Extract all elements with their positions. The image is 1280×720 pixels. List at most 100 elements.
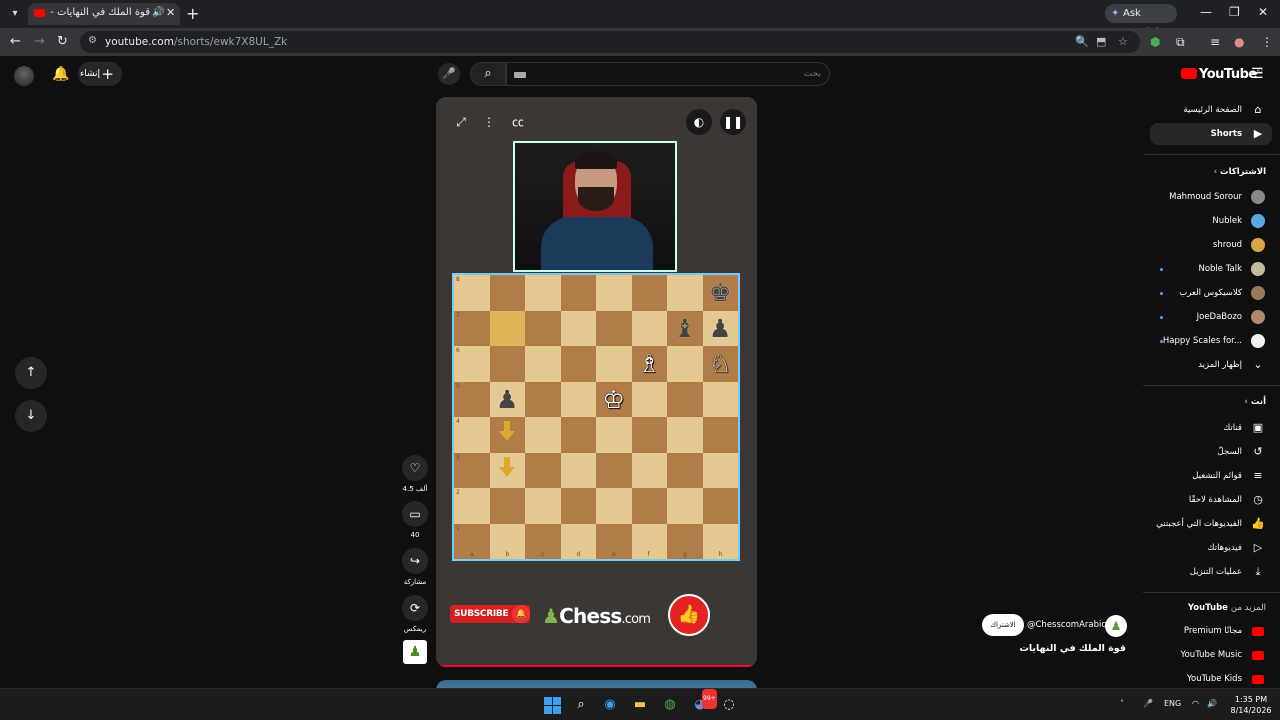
sidebar-item-history[interactable]: السجلّ ↺ [1150, 441, 1272, 463]
taskbar-search-icon[interactable]: ⌕ [571, 695, 591, 715]
sidebar-subscription[interactable]: Happy Scales for... [1150, 330, 1272, 352]
board-square-d1: d [560, 523, 596, 559]
yt-music-icon [1250, 644, 1266, 666]
sidebar-item-label: Happy Scales for... [1162, 336, 1242, 346]
sidebar-subscription[interactable]: JoeDaBozo [1150, 306, 1272, 328]
sidebar-item-shorts[interactable]: Shorts ▶ [1150, 123, 1272, 145]
subscribe-button[interactable]: الاشتراك [982, 614, 1024, 636]
close-tab-icon[interactable]: ✕ [166, 6, 175, 19]
share-action[interactable]: ↪ مشاركة [400, 548, 430, 586]
sidebar-subscription[interactable]: Nublek [1150, 210, 1272, 232]
sidebar-item-label: Shorts [1210, 129, 1242, 139]
progress-bar[interactable] [436, 665, 757, 667]
extensions-puzzle-icon[interactable]: ⧉ [1176, 35, 1185, 50]
tray-mic-icon[interactable]: 🎤 [1143, 699, 1153, 708]
reload-icon[interactable]: ↻ [57, 34, 68, 49]
channel-handle[interactable]: @ChesscomArabic [1027, 620, 1106, 630]
share-icon[interactable]: ↪ [402, 548, 428, 574]
volume-icon[interactable]: ◐ [686, 109, 712, 135]
comments-action[interactable]: ▭ 40 [400, 501, 430, 539]
account-avatar[interactable] [14, 66, 34, 86]
voice-search-mic-icon[interactable]: 🎤 [438, 63, 460, 85]
fullscreen-icon[interactable]: ⤢ [448, 109, 474, 135]
browser-tab-bar: ▾ قوة الملك في النهايات - ube 🔊 ✕ + ✦Ask… [0, 0, 1280, 38]
install-icon[interactable]: ⬒ [1096, 35, 1106, 48]
sound-thumbnail[interactable]: ♟ [400, 640, 430, 664]
wifi-icon[interactable]: ◠ [1192, 699, 1199, 708]
previous-short-button[interactable]: ↑ [15, 357, 47, 389]
sidebar-item-label: قناتك [1223, 423, 1242, 433]
steam-icon[interactable]: ◌ [719, 695, 739, 715]
sidebar-subscription[interactable]: shroud [1150, 234, 1272, 256]
language-indicator[interactable]: ENG [1164, 699, 1181, 708]
close-window-icon[interactable]: ✕ [1258, 5, 1268, 19]
shorts-player[interactable]: ⤢ ⋮ ㏄ ◐ ❚❚ 8 ♚ 7 ♝ ♟ 6 ♗ ♘ 5 ♟ ♔ 4 3 2 1 a b c d e f g h SUBSC… [436, 97, 757, 667]
hamburger-menu-icon[interactable]: ☰ [1251, 66, 1264, 82]
search-icon: ⌕ [484, 66, 492, 81]
next-short-button[interactable]: ↓ [15, 400, 47, 432]
like-action[interactable]: ♡ 4.5 ألف [400, 455, 430, 493]
sidebar-item-home[interactable]: الصفحة الرئيسية ⌂ [1150, 99, 1272, 121]
sidebar-item-playlists[interactable]: قوائم التشغيل ≡ [1150, 465, 1272, 487]
speaker-icon[interactable]: 🔊 [152, 7, 164, 18]
rank-label: 6 [456, 347, 460, 354]
sidebar-item-liked[interactable]: الفيديوهات التي أعجبتني 👍 [1150, 513, 1272, 535]
sidebar-item-channel[interactable]: قناتك ▣ [1150, 417, 1272, 439]
restore-icon[interactable]: ❐ [1229, 5, 1240, 19]
sidebar-subscription[interactable]: Noble Talk [1150, 258, 1272, 280]
extension-shield-icon[interactable]: ⬢ [1150, 35, 1160, 49]
search-button[interactable]: ⌕ [470, 62, 506, 86]
sidebar-divider [1143, 592, 1280, 593]
discord-icon[interactable]: ◕ 99+ [690, 689, 717, 715]
notifications-bell-icon[interactable]: 🔔 [52, 66, 69, 82]
search-input[interactable] [506, 62, 830, 86]
more-from-youtube-heading[interactable]: YouTube المزيد من [1188, 603, 1266, 613]
browser-tab[interactable]: قوة الملك في النهايات - ube 🔊 ✕ [28, 3, 180, 25]
new-tab-icon[interactable]: + [186, 4, 199, 23]
board-square-h8: ♚ [702, 275, 738, 311]
remix-action[interactable]: ⟳ ريمكس [400, 595, 430, 633]
zoom-icon[interactable]: 🔍 [1075, 35, 1089, 48]
board-square-a4: 4 [454, 417, 490, 453]
sidebar-item-watch-later[interactable]: المشاهدة لاحقًا ◷ [1150, 489, 1272, 511]
ask-gemini-button[interactable]: ✦Ask Gemini [1105, 4, 1177, 38]
captions-icon[interactable]: ㏄ [505, 109, 531, 135]
sidebar-item-label: كلاسيكوس العرب [1179, 288, 1242, 298]
channel-avatar [1251, 286, 1265, 300]
sidebar-item-downloads[interactable]: عمليات التنزيل ⤓ [1150, 561, 1272, 583]
create-button[interactable]: إنشاء + [78, 62, 122, 86]
remix-icon[interactable]: ⟳ [402, 595, 428, 621]
sidebar-item-yt-music[interactable]: YouTube Music [1150, 644, 1272, 666]
reading-list-icon[interactable]: ≡ [1210, 35, 1220, 49]
minimize-icon[interactable]: — [1200, 5, 1212, 19]
tab-search-chevron-icon[interactable]: ▾ [6, 5, 24, 23]
show-more-button[interactable]: إظهار المزيد ⌄ [1150, 354, 1272, 376]
volume-tray-icon[interactable]: 🔊 [1207, 699, 1217, 708]
sidebar-item-your-videos[interactable]: فيديوهاتك ▷ [1150, 537, 1272, 559]
back-icon[interactable]: ← [10, 34, 21, 49]
channel-avatar[interactable]: ♟ [1105, 615, 1127, 637]
site-info-icon[interactable]: ⚙ [88, 35, 97, 46]
pause-icon[interactable]: ❚❚ [720, 109, 746, 135]
like-icon[interactable]: ♡ [402, 455, 428, 481]
address-bar[interactable]: ⚙ youtube.com/shorts/ewk7X8UL_Zk 🔍 ⬒ ☆ [80, 31, 1140, 53]
file-explorer-icon[interactable]: ▬ [630, 695, 650, 715]
edge-icon[interactable]: ◉ [600, 695, 620, 715]
forward-icon[interactable]: → [34, 34, 45, 49]
you-heading[interactable]: ‹ أنت [1244, 397, 1266, 407]
windows-start-icon[interactable] [542, 695, 562, 715]
more-options-icon[interactable]: ⋮ [476, 109, 502, 135]
sidebar-item-yt-kids[interactable]: YouTube Kids [1150, 668, 1272, 690]
comment-icon[interactable]: ▭ [402, 501, 428, 527]
profile-avatar[interactable]: ● [1234, 35, 1244, 49]
bookmark-star-icon[interactable]: ☆ [1118, 35, 1128, 48]
sidebar-subscription[interactable]: كلاسيكوس العرب [1150, 282, 1272, 304]
menu-kebab-icon[interactable]: ⋮ [1261, 35, 1273, 49]
sidebar-subscription[interactable]: Mahmoud Sorour [1150, 186, 1272, 208]
system-clock[interactable]: 1:35 PM 8/14/2026 [1226, 694, 1276, 716]
sidebar-item-yt-premium[interactable]: Premium مجانًا [1150, 620, 1272, 642]
keyboard-icon[interactable] [514, 72, 526, 78]
tray-chevron-up-icon[interactable]: ˄ [1120, 699, 1124, 708]
chrome-icon[interactable]: ◍ [660, 695, 680, 715]
subscriptions-heading[interactable]: ‹ الاشتراكات [1214, 167, 1266, 177]
